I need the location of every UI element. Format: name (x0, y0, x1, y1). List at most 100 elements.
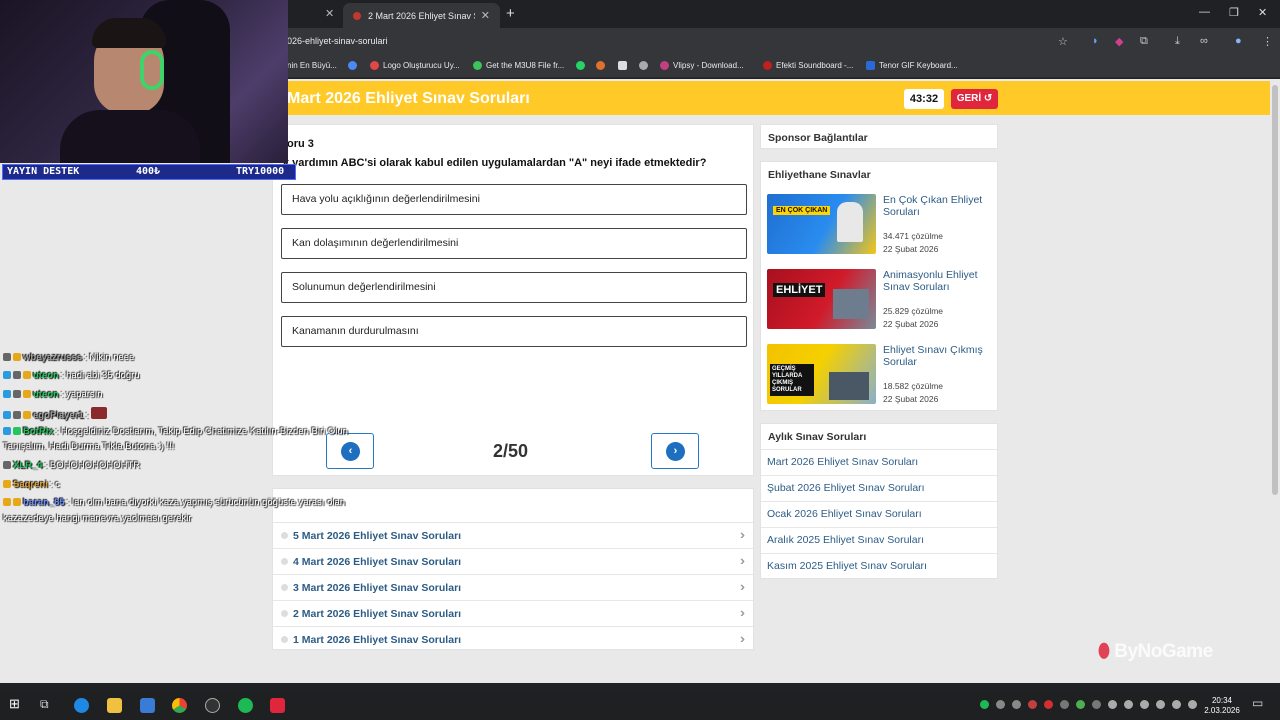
close-tab-icon[interactable]: ✕ (325, 7, 334, 20)
tray-icon[interactable] (1140, 700, 1149, 709)
bookmark-item[interactable] (348, 61, 361, 70)
bookmark-item[interactable]: Efekti Soundboard -... (763, 61, 853, 70)
bullet-icon (281, 610, 288, 617)
answer-option-a[interactable]: Hava yolu açıklığının değerlendirilmesin… (281, 184, 747, 215)
chat-message-cont: Tanışalım. Hadi Durma Tıkla Butona :) !!… (3, 441, 175, 452)
bookmark-item[interactable]: Vlipsy - Download... (660, 61, 744, 70)
exams-title: Ehliyethane Sınavlar (768, 169, 871, 181)
monthly-link[interactable]: Kasım 2025 Ehliyet Sınav Soruları (761, 553, 997, 579)
bullet-icon (281, 532, 288, 539)
volume-icon[interactable] (1172, 700, 1181, 709)
list-item[interactable]: 2 Mart 2026 Ehliyet Sınav Soruları ››› (273, 600, 753, 626)
extension-icon[interactable]: ◗ (1092, 35, 1099, 47)
windows-taskbar: ⊞ ⧉ 20:34 2.03.2026 ▭ (0, 691, 1280, 720)
road-icon (833, 289, 869, 319)
webcam-overlay (0, 0, 288, 163)
monthly-exams-box: Aylık Sınav Soruları Mart 2026 Ehliyet S… (760, 423, 998, 579)
obs-icon[interactable] (205, 698, 220, 713)
chevron-left-icon: ‹ (341, 442, 360, 461)
question-counter: 2/50 (493, 441, 529, 461)
tray-icon[interactable] (980, 700, 989, 709)
notification-icon[interactable]: ▭ (1252, 696, 1267, 711)
promo-title: Ehliyet Sınavı Çıkmış Sorular (883, 344, 983, 368)
double-chevron-icon: ››› (740, 553, 745, 568)
file-explorer-icon[interactable] (107, 698, 122, 713)
tray-icon[interactable] (1012, 700, 1021, 709)
chat-message: egoPlayer1: (3, 407, 109, 421)
download-icon[interactable]: ⤓ (1175, 35, 1180, 48)
previous-question-button[interactable]: ‹ (326, 433, 374, 469)
close-tab-icon[interactable]: ✕ (481, 9, 490, 22)
tray-icon[interactable] (1108, 700, 1117, 709)
scroll-thumb[interactable] (1272, 85, 1278, 495)
language-icon[interactable] (1188, 700, 1197, 709)
wifi-icon[interactable] (1156, 700, 1165, 709)
chat-message: BotRix: Hoşgeldiniz Dostlarım, Takip Edi… (3, 426, 348, 437)
chrome-icon[interactable] (172, 698, 187, 713)
monthly-link[interactable]: Ocak 2026 Ehliyet Sınav Soruları (761, 501, 997, 527)
tray-icon[interactable] (1092, 700, 1101, 709)
list-item[interactable]: 5 Mart 2026 Ehliyet Sınav Soruları ››› (273, 522, 753, 548)
browser-tab-active[interactable]: 2 Mart 2026 Ehliyet Sınav Soruları ✕ (343, 3, 500, 28)
profile-icon[interactable]: ● (1235, 35, 1242, 47)
close-window-icon[interactable]: ✕ (1258, 6, 1267, 19)
bookmark-item[interactable]: Logo Oluşturucu Uy... (370, 61, 460, 70)
taskbar-clock[interactable]: 20:34 2.03.2026 (1200, 696, 1244, 716)
answer-option-d[interactable]: Kanamanın durdurulmasını (281, 316, 747, 347)
restore-icon[interactable]: ❐ (1229, 6, 1239, 19)
url-field[interactable]: 026-ehliyet-sinav-sorulari (287, 36, 388, 46)
back-button[interactable]: GERİ ↺ (951, 89, 998, 109)
windows-start-icon[interactable]: ⊞ (9, 696, 24, 711)
task-view-icon[interactable]: ⧉ (40, 697, 55, 712)
list-item[interactable]: 1 Mart 2026 Ehliyet Sınav Soruları ››› (273, 626, 753, 652)
page-scrollbar[interactable] (1270, 79, 1280, 683)
chat-message: uteon: hadi abi 35 doğru (3, 370, 140, 381)
bookmark-item[interactable] (618, 61, 631, 70)
promo-meta: 18.582 çözülme 22 Şubat 2026 (883, 381, 944, 404)
sponsor-box: Sponsor Bağlantılar (760, 124, 998, 149)
next-question-button[interactable]: › (651, 433, 699, 469)
bookmark-item[interactable]: nin En Büyü... (287, 61, 337, 70)
list-item[interactable]: 3 Mart 2026 Ehliyet Sınav Soruları ››› (273, 574, 753, 600)
list-item[interactable]: 4 Mart 2026 Ehliyet Sınav Soruları ››› (273, 548, 753, 574)
tray-icon[interactable] (1028, 700, 1037, 709)
promo-card[interactable]: GEÇMİŞ YILLARDA ÇIKMIŞ SORULAR Ehliyet S… (767, 344, 995, 406)
new-tab-icon[interactable]: + (506, 5, 515, 22)
store-icon[interactable] (140, 698, 155, 713)
tray-icon[interactable] (1076, 700, 1085, 709)
promo-image: EHLİYET (767, 269, 876, 329)
promo-card[interactable]: EHLİYET Animasyonlu Ehliyet Sınav Sorula… (767, 269, 995, 331)
edge-icon[interactable] (74, 698, 89, 713)
exams-box: Ehliyethane Sınavlar EN ÇOK ÇIKAN En Çok… (760, 161, 998, 411)
star-icon[interactable]: ☆ (1058, 35, 1068, 48)
double-chevron-icon: ››› (740, 631, 745, 646)
minimize-icon[interactable]: — (1199, 6, 1210, 18)
bullet-icon (281, 584, 288, 591)
answer-option-c[interactable]: Solunumun değerlendirilmesini (281, 272, 747, 303)
shoulders-shape (60, 110, 200, 163)
monthly-link[interactable]: Mart 2026 Ehliyet Sınav Soruları (761, 449, 997, 475)
tray-icon[interactable] (996, 700, 1005, 709)
tray-icon[interactable] (1060, 700, 1069, 709)
monthly-link[interactable]: Şubat 2026 Ehliyet Sınav Soruları (761, 475, 997, 501)
menu-icon[interactable]: ⋮ (1262, 35, 1273, 48)
tray-icon[interactable] (1044, 700, 1053, 709)
bookmark-item[interactable]: Get the M3U8 File fr... (473, 61, 564, 70)
app-icon[interactable] (270, 698, 285, 713)
bookmark-item[interactable] (639, 61, 652, 70)
exam-timer: 43:32 (904, 89, 944, 109)
monthly-title: Aylık Sınav Soruları (768, 431, 867, 443)
extension-icon[interactable]: ◆ (1115, 35, 1123, 48)
spotify-icon[interactable] (238, 698, 253, 713)
link-icon[interactable]: ∞ (1200, 35, 1208, 47)
bookmark-item[interactable] (576, 61, 589, 70)
monthly-link[interactable]: Aralık 2025 Ehliyet Sınav Soruları (761, 527, 997, 553)
puzzle-icon[interactable]: ⧉ (1140, 35, 1148, 48)
bookmark-item[interactable]: Tenor GIF Keyboard... (866, 61, 958, 70)
answer-option-b[interactable]: Kan dolaşımının değerlendirilmesini (281, 228, 747, 259)
bullet-icon (281, 636, 288, 643)
tray-icon[interactable] (1124, 700, 1133, 709)
donation-bar: YAYIN DESTEK 400₺ TRY10000 (2, 164, 296, 180)
bookmark-item[interactable] (596, 61, 609, 70)
promo-card[interactable]: EN ÇOK ÇIKAN En Çok Çıkan Ehliyet Sorula… (767, 194, 995, 256)
